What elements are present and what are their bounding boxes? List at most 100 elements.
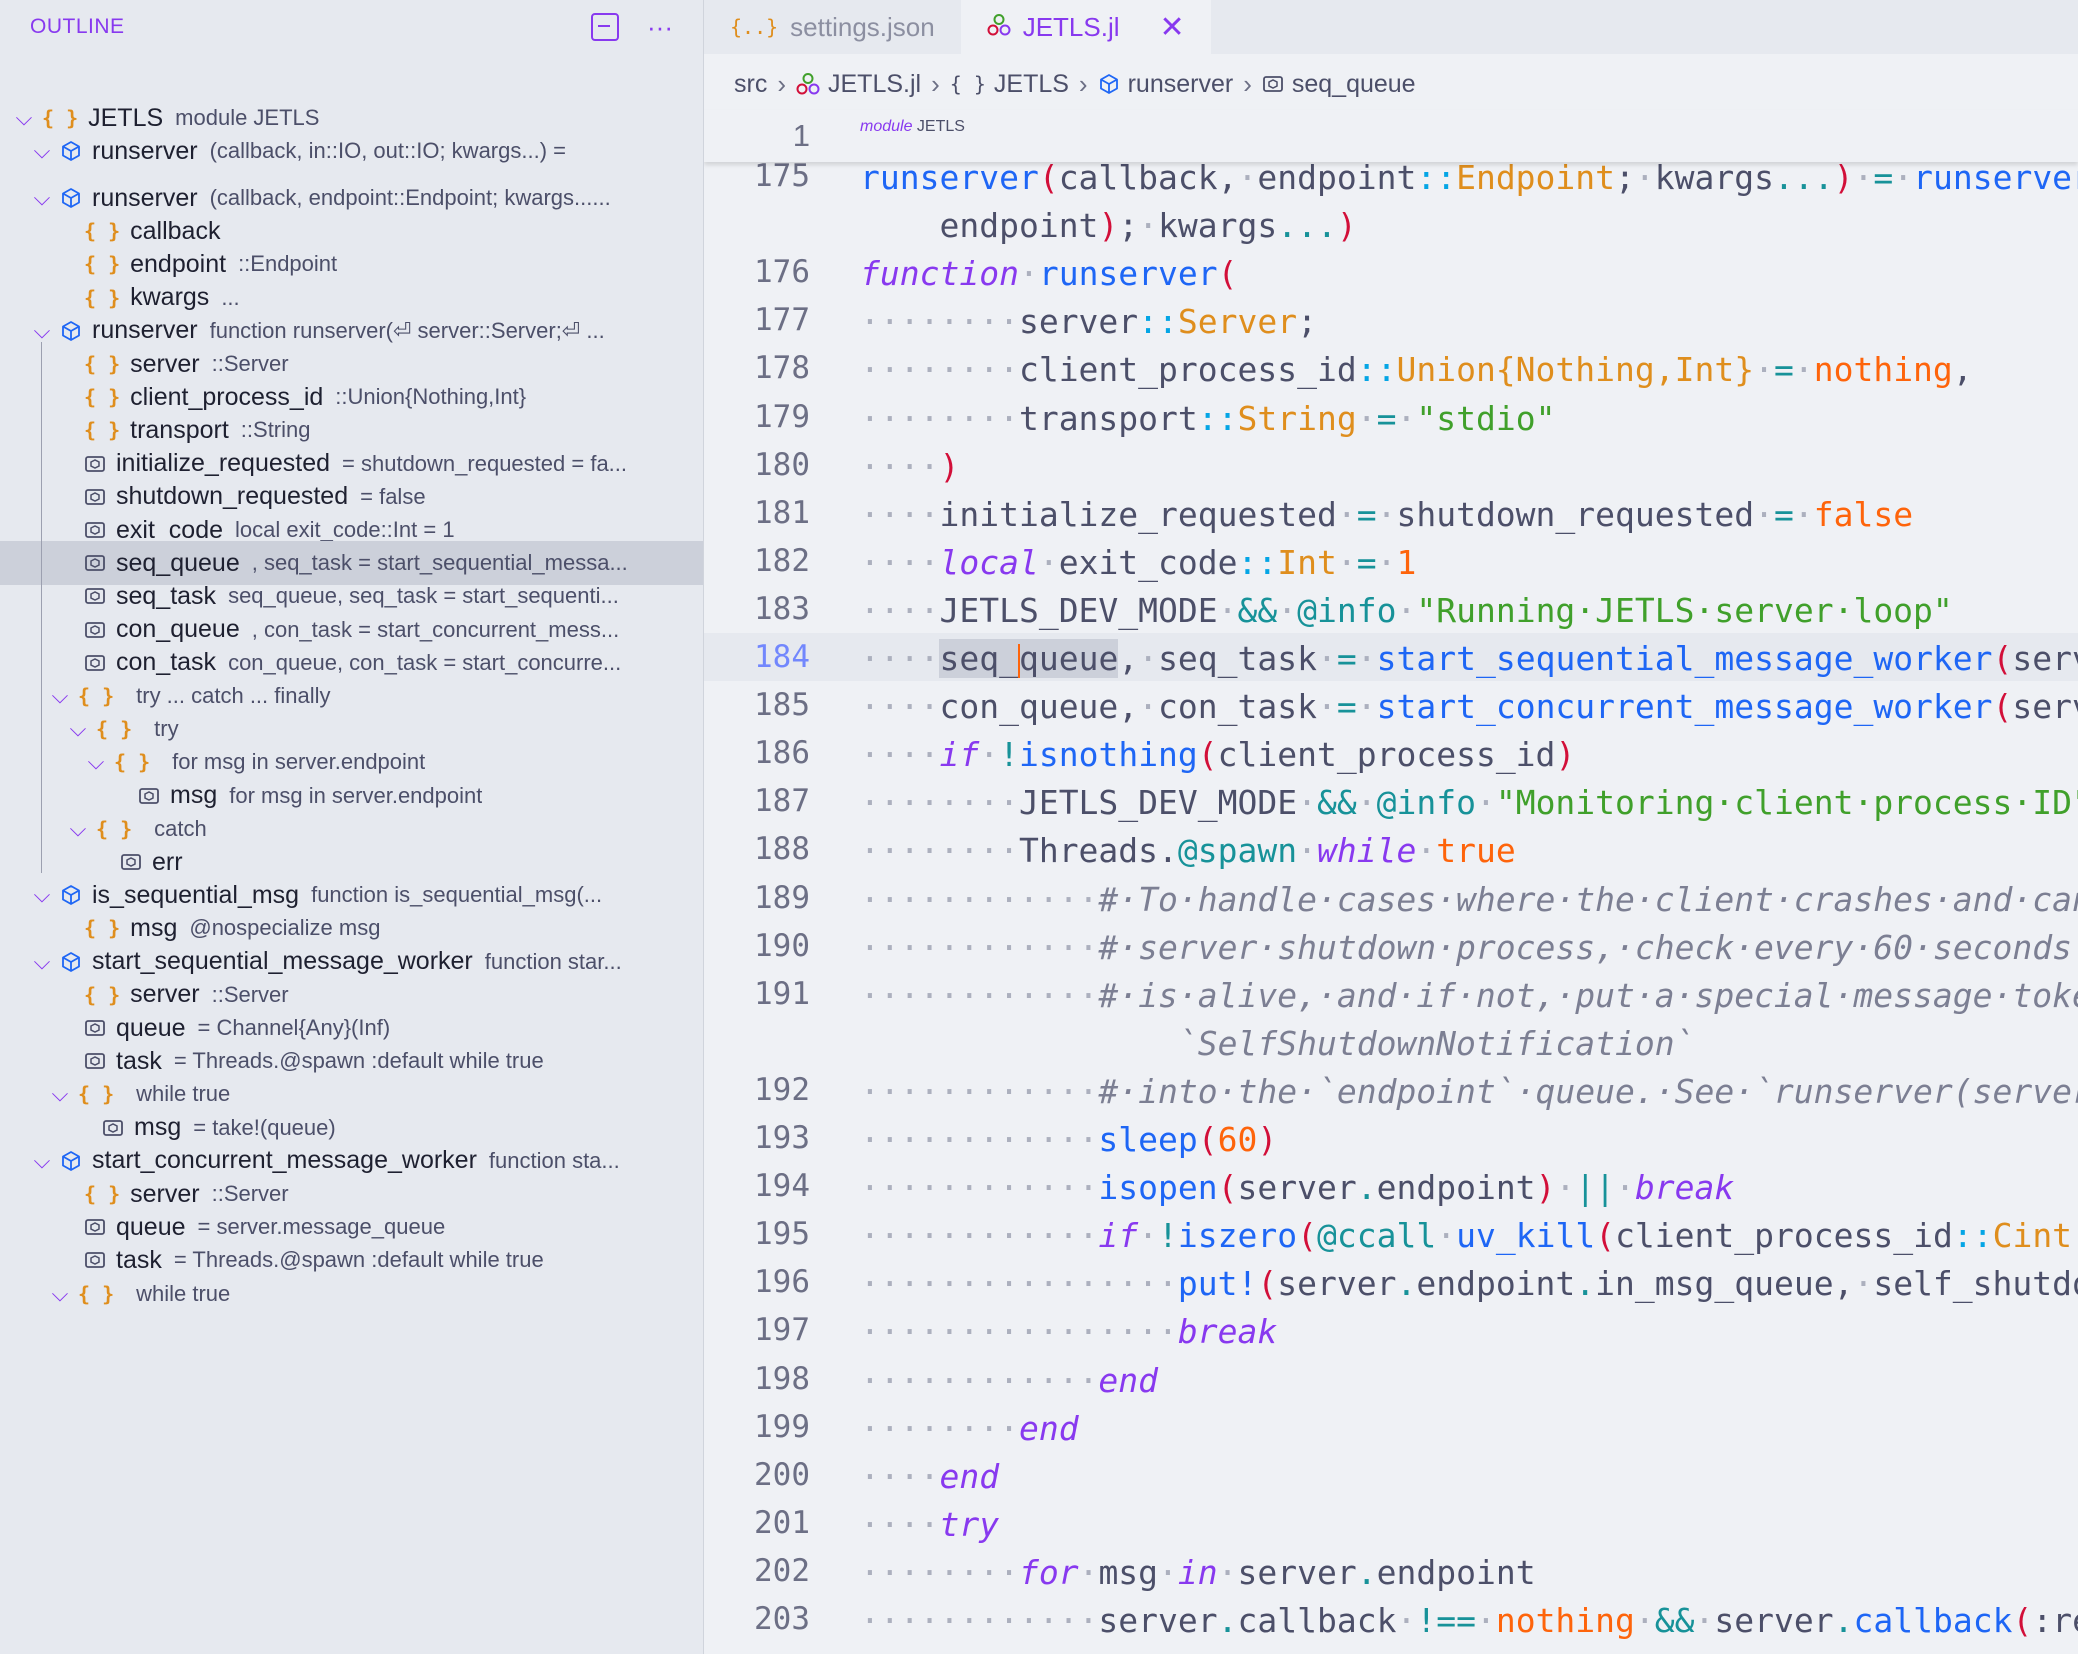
line-number: 198: [754, 1360, 810, 1397]
editor-tab[interactable]: {..} settings.json: [704, 0, 961, 54]
code-line[interactable]: 193 ············sleep(60): [704, 1114, 2078, 1162]
code-line[interactable]: 178 ········client_process_id::Union{Noth…: [704, 344, 2078, 392]
breadcrumb-item[interactable]: JETLS.jl: [796, 70, 921, 99]
line-number: 182: [754, 542, 810, 579]
outline-item-detail: con_queue, con_task = start_concurre...: [228, 649, 622, 675]
code-line[interactable]: 182 ····local·exit_code::Int·=·1: [704, 537, 2078, 585]
code-line[interactable]: 197 ················break: [704, 1306, 2078, 1354]
code-line[interactable]: 201 ····try: [704, 1499, 2078, 1547]
code-text: ····seq_queue,·seq_task·=·start_sequenti…: [860, 639, 2078, 678]
code-text: ····con_queue,·con_task·=·start_concurre…: [860, 687, 2078, 727]
chevron-down-icon[interactable]: ⌵: [32, 318, 52, 344]
code-line[interactable]: 202 ········for·msg·in·server.endpoint: [704, 1547, 2078, 1595]
code-line[interactable]: 187 ········JETLS_DEV_MODE·&&·@info·"Moni…: [704, 777, 2078, 825]
code-line[interactable]: 179 ········transport::String·=·"stdio": [704, 393, 2078, 441]
chevron-down-icon[interactable]: ⌵: [32, 138, 52, 164]
line-number: 1: [792, 118, 810, 153]
variable-icon: [84, 1216, 106, 1238]
editor-tab[interactable]: JETLS.jl ✕: [960, 0, 1211, 54]
outline-item-name: seq_task: [116, 581, 217, 610]
outline-item-name: msg: [134, 1113, 182, 1142]
outline-item-detail: local exit_code::Int = 1: [235, 517, 455, 542]
chevron-down-icon[interactable]: ⌵: [14, 105, 34, 131]
code-text: module JETLS: [860, 118, 965, 135]
code-line[interactable]: 185 ····con_queue,·con_task·=·start_concu…: [704, 681, 2078, 729]
code-line[interactable]: 199 ········end: [704, 1403, 2078, 1451]
chevron-down-icon[interactable]: ⌵: [50, 1281, 70, 1307]
breadcrumb-item[interactable]: seq_queue: [1262, 70, 1416, 99]
namespace-icon: { }: [84, 916, 121, 941]
line-number: 177: [754, 302, 810, 339]
code-line[interactable]: 184 ····seq_queue,·seq_task·=·start_seque…: [704, 633, 2078, 681]
chevron-down-icon[interactable]: ⌵: [32, 949, 52, 975]
code-line[interactable]: 181 ····initialize_requested·=·shutdown_r…: [704, 489, 2078, 537]
code-line[interactable]: `SelfShutdownNotification`: [704, 1018, 2078, 1066]
code-line[interactable]: 203 ············server.callback·!==·nothi…: [704, 1595, 2078, 1643]
breadcrumb-item[interactable]: runserver: [1098, 69, 1234, 99]
outline-header: OUTLINE ···: [0, 0, 703, 54]
collapse-all-icon[interactable]: [591, 13, 620, 41]
outline-item-name: runserver: [92, 183, 198, 212]
code-line[interactable]: 180 ····): [704, 441, 2078, 489]
sticky-scroll-header[interactable]: 1 module JETLS: [704, 110, 2078, 162]
code-text: `SelfShutdownNotification`: [1177, 1023, 1695, 1063]
line-number: 179: [754, 398, 810, 435]
namespace-icon: { }: [78, 1281, 115, 1306]
outline-item-detail: = Threads.@spawn :default while true: [173, 1247, 544, 1273]
chevron-right-icon: ›: [931, 68, 940, 99]
variable-icon: [102, 1117, 124, 1139]
line-number: 201: [754, 1504, 810, 1541]
namespace-icon: { }: [96, 717, 133, 742]
code-line[interactable]: 192 ············#·into·the·`endpoint`·que…: [704, 1066, 2078, 1114]
code-line[interactable]: 190 ············#·server·shutdown·process…: [704, 922, 2078, 970]
chevron-down-icon[interactable]: ⌵: [86, 749, 106, 775]
function-icon: [60, 884, 82, 906]
code-line[interactable]: 176 function·runserver(: [704, 248, 2078, 296]
code-line[interactable]: 198 ············end: [704, 1355, 2078, 1403]
code-text: ····initialize_requested·=·shutdown_requ…: [860, 494, 1914, 534]
outline-item[interactable]: ⌵ runserver (callback, in::IO, out::IO; kw…: [0, 129, 703, 173]
chevron-down-icon[interactable]: ⌵: [50, 1081, 70, 1107]
chevron-down-icon[interactable]: ⌵: [50, 683, 70, 709]
code-line[interactable]: 177 ········server::Server;: [704, 296, 2078, 344]
outline-item-detail: ...: [221, 284, 240, 310]
line-number: 190: [754, 927, 810, 964]
chevron-down-icon[interactable]: ⌵: [32, 185, 52, 211]
breadcrumb-item[interactable]: { } JETLS: [950, 70, 1069, 99]
chevron-down-icon[interactable]: ⌵: [68, 716, 88, 742]
namespace-icon: { }: [114, 750, 151, 775]
code-text: ····end: [860, 1456, 1000, 1496]
code-text: ········for·msg·in·server.endpoint: [860, 1552, 1536, 1592]
function-icon: [60, 1150, 82, 1172]
breadcrumb-item[interactable]: src: [734, 70, 767, 99]
close-icon[interactable]: ✕: [1160, 10, 1185, 45]
code-line[interactable]: 191 ············#·is·alive,·and·if·not,·p…: [704, 970, 2078, 1018]
code-line[interactable]: 196 ················put!(server.endpoint.…: [704, 1258, 2078, 1306]
code-line[interactable]: 188 ········Threads.@spawn·while·true: [704, 825, 2078, 873]
outline-item-detail: for msg in server.endpoint: [229, 782, 483, 808]
code-text: ············#·To·handle·cases·where·the·…: [860, 879, 2078, 919]
outline-item-name: server: [130, 1179, 200, 1208]
outline-item[interactable]: ⌵ { } while true: [0, 1272, 703, 1316]
code-line[interactable]: 183 ····JETLS_DEV_MODE·&&·@info·"Running·…: [704, 585, 2078, 633]
code-line[interactable]: 186 ····if·!isnothing(client_process_id): [704, 729, 2078, 777]
code-line[interactable]: 189 ············#·To·handle·cases·where·t…: [704, 874, 2078, 922]
more-actions-icon[interactable]: ···: [647, 12, 673, 43]
function-icon: [60, 951, 82, 973]
chevron-down-icon[interactable]: ⌵: [32, 1148, 52, 1174]
chevron-down-icon[interactable]: ⌵: [68, 816, 88, 842]
code-line[interactable]: endpoint);·kwargs...): [704, 200, 2078, 248]
code-line[interactable]: 195 ············if·!iszero(@ccall·uv_kill…: [704, 1210, 2078, 1258]
breadcrumb-label: runserver: [1127, 69, 1234, 98]
namespace-icon: { }: [78, 1082, 115, 1107]
chevron-down-icon[interactable]: ⌵: [32, 882, 52, 908]
line-number: 202: [754, 1552, 810, 1589]
code-text: ············sleep(60): [860, 1120, 1278, 1159]
code-line[interactable]: 200 ····end: [704, 1451, 2078, 1499]
variable-icon: [84, 585, 106, 607]
code-text: ············if·!iszero(@ccall·uv_kill(cl…: [860, 1216, 2078, 1256]
line-number: 197: [754, 1312, 810, 1349]
outline-item-detail: ::Endpoint: [238, 251, 338, 277]
code-line[interactable]: 194 ············isopen(server.endpoint)·|…: [704, 1162, 2078, 1210]
julia-icon: [796, 72, 820, 96]
